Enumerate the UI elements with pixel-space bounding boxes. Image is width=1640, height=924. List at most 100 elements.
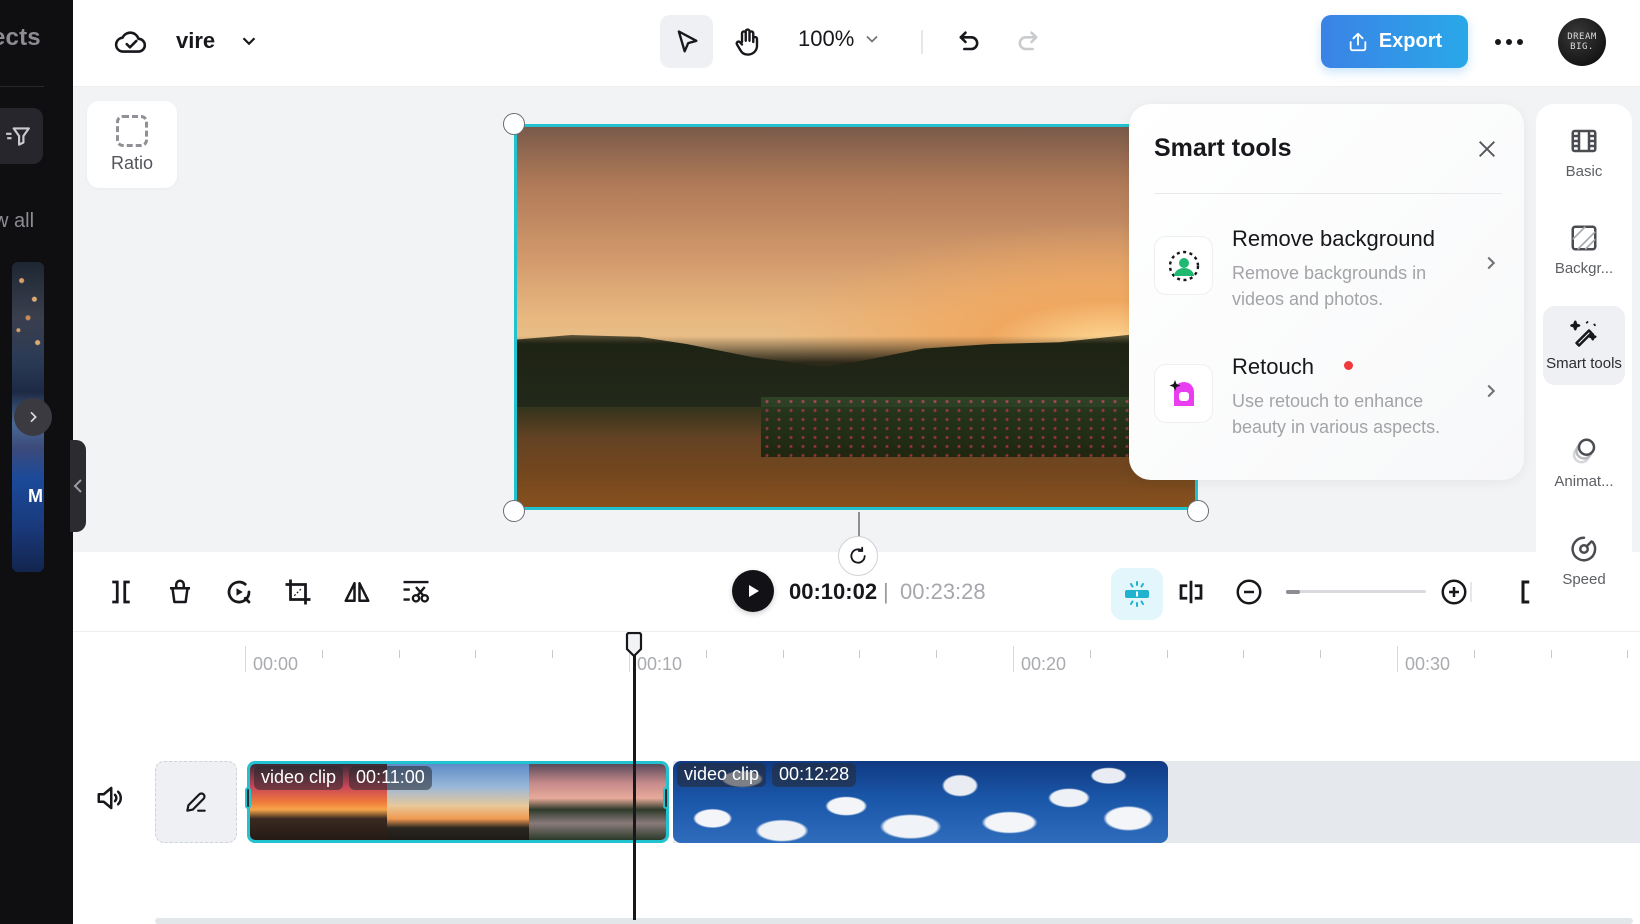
timeline-horizontal-scrollbar[interactable] — [155, 918, 1633, 924]
chevron-left-icon — [73, 479, 82, 493]
video-preview[interactable] — [514, 124, 1198, 510]
prop-item-speed[interactable]: Speed — [1543, 522, 1625, 601]
clip-name: video clip — [677, 763, 767, 787]
video-clip-1[interactable]: video clip 00:11:00 — [247, 761, 669, 843]
timeline-zoom-slider[interactable] — [1286, 589, 1426, 594]
flip-button[interactable] — [339, 574, 375, 610]
tool-name: Remove background — [1232, 226, 1436, 251]
split-icon — [112, 580, 130, 604]
export-button[interactable]: Export — [1321, 15, 1468, 68]
clip-label: video clip 00:12:28 — [677, 763, 857, 787]
replay-icon — [227, 580, 251, 604]
user-avatar[interactable]: DREAM BIG. — [1558, 18, 1606, 66]
more-dot-icon — [1506, 39, 1512, 45]
smart-tools-panel: Smart tools Remove background Remove bac… — [1129, 104, 1524, 480]
prop-item-background[interactable]: Backgr... — [1543, 211, 1625, 290]
clip-trim-handle-left[interactable] — [245, 787, 251, 809]
magnet-snap-icon — [1125, 581, 1149, 607]
speedometer-icon — [1571, 536, 1597, 562]
chevron-down-icon[interactable] — [238, 30, 260, 52]
resize-handle-bottom-left[interactable] — [503, 500, 525, 522]
filter-button[interactable] — [0, 108, 43, 164]
prop-label: Speed — [1562, 571, 1606, 588]
ruler-minor-tick — [1550, 650, 1552, 658]
zoom-level-value: 100% — [798, 26, 855, 51]
timeline-panel: 00:10:02 | 00:23:28 00:00 00:10 00:20 00:30 — [73, 552, 1640, 924]
panel-title: Smart tools — [1154, 134, 1292, 162]
ruler-minor-tick — [1166, 650, 1168, 658]
remove-background-item[interactable]: Remove background Remove backgrounds in … — [1154, 216, 1504, 326]
cloud-check-icon[interactable] — [114, 25, 148, 59]
clip-trim-handle-right[interactable] — [663, 787, 669, 809]
more-dot-icon — [1495, 39, 1501, 45]
edit-cover-button[interactable] — [155, 761, 237, 843]
close-panel-button[interactable] — [1472, 134, 1502, 164]
zoom-level-select[interactable]: 100% — [798, 26, 882, 52]
split-view-button[interactable] — [1173, 574, 1209, 610]
prop-item-animation[interactable]: Animat... — [1543, 424, 1625, 503]
video-clip-2[interactable]: video clip 00:12:28 — [673, 761, 1168, 843]
person-cutout-icon — [1168, 250, 1199, 281]
ratio-button[interactable]: Ratio — [87, 101, 177, 188]
hand-tool-button[interactable] — [720, 15, 773, 68]
retouch-icon-box — [1154, 364, 1213, 423]
ruler-label: 00:30 — [1405, 654, 1451, 674]
crop-button[interactable] — [280, 574, 316, 610]
collapse-sidebar-button[interactable] — [70, 440, 86, 532]
ruler-major-tick — [1397, 646, 1398, 672]
undo-icon — [959, 31, 979, 51]
project-name[interactable]: vire — [176, 28, 215, 54]
property-sidebar: Basic Backgr... Smart tools Animat... Sp… — [1536, 104, 1632, 616]
timeline-ruler[interactable]: 00:00 00:10 00:20 00:30 — [73, 632, 1640, 692]
rotate-handle[interactable] — [838, 536, 878, 576]
prop-item-basic[interactable]: Basic — [1543, 114, 1625, 193]
ruler-minor-tick — [321, 650, 323, 658]
trim-cut-button[interactable] — [398, 574, 434, 610]
magic-wand-icon — [1570, 320, 1597, 347]
select-tool-button[interactable] — [660, 15, 713, 68]
undo-button[interactable] — [949, 22, 989, 62]
prop-item-smart-tools[interactable]: Smart tools — [1543, 306, 1625, 385]
zoom-in-button[interactable] — [1436, 574, 1472, 610]
auto-snap-toggle[interactable] — [1111, 568, 1163, 620]
avatar-text-line1: DREAM — [1567, 32, 1597, 42]
avatar-text-line2: BIG. — [1570, 42, 1594, 52]
split-button[interactable] — [103, 574, 139, 610]
split-view-icon — [1179, 580, 1203, 604]
playhead-handle[interactable] — [625, 632, 643, 658]
delete-icon — [170, 579, 190, 604]
ruler-minor-tick — [1320, 650, 1322, 658]
view-all-link[interactable]: w all — [0, 210, 34, 233]
tool-name: Retouch — [1232, 354, 1314, 379]
ruler-minor-tick — [1627, 650, 1629, 658]
resize-handle-bottom-right[interactable] — [1187, 500, 1209, 522]
zoom-out-button[interactable] — [1231, 574, 1267, 610]
chevron-down-icon — [866, 35, 878, 43]
more-options-button[interactable] — [1489, 24, 1529, 60]
film-icon — [1571, 129, 1597, 153]
carousel-next-button[interactable] — [14, 398, 52, 436]
play-button[interactable] — [732, 570, 774, 612]
prop-label: Smart tools — [1546, 355, 1622, 372]
replay-button[interactable] — [221, 574, 257, 610]
redo-button[interactable] — [1008, 22, 1048, 62]
ruler-minor-tick — [1473, 650, 1475, 658]
speaker-icon[interactable] — [95, 783, 125, 813]
clip-duration: 00:11:00 — [349, 766, 432, 790]
total-duration: 00:23:28 — [900, 579, 986, 604]
clip-name: video clip — [254, 766, 344, 790]
playhead-line[interactable] — [633, 646, 636, 920]
animation-icon — [1572, 438, 1596, 464]
retouch-icon — [1169, 379, 1194, 406]
ruler-minor-tick — [552, 650, 554, 658]
retouch-item[interactable]: Retouch Use retouch to enhance beauty in… — [1154, 344, 1504, 454]
ratio-icon — [116, 115, 148, 147]
delete-button[interactable] — [162, 574, 198, 610]
ruler-minor-tick — [475, 650, 477, 658]
ratio-label: Ratio — [110, 153, 154, 173]
rotate-connector — [858, 512, 860, 538]
flip-icon — [344, 582, 370, 602]
hand-icon — [735, 27, 758, 56]
resize-handle-top-left[interactable] — [503, 113, 525, 135]
crop-icon — [285, 579, 311, 605]
